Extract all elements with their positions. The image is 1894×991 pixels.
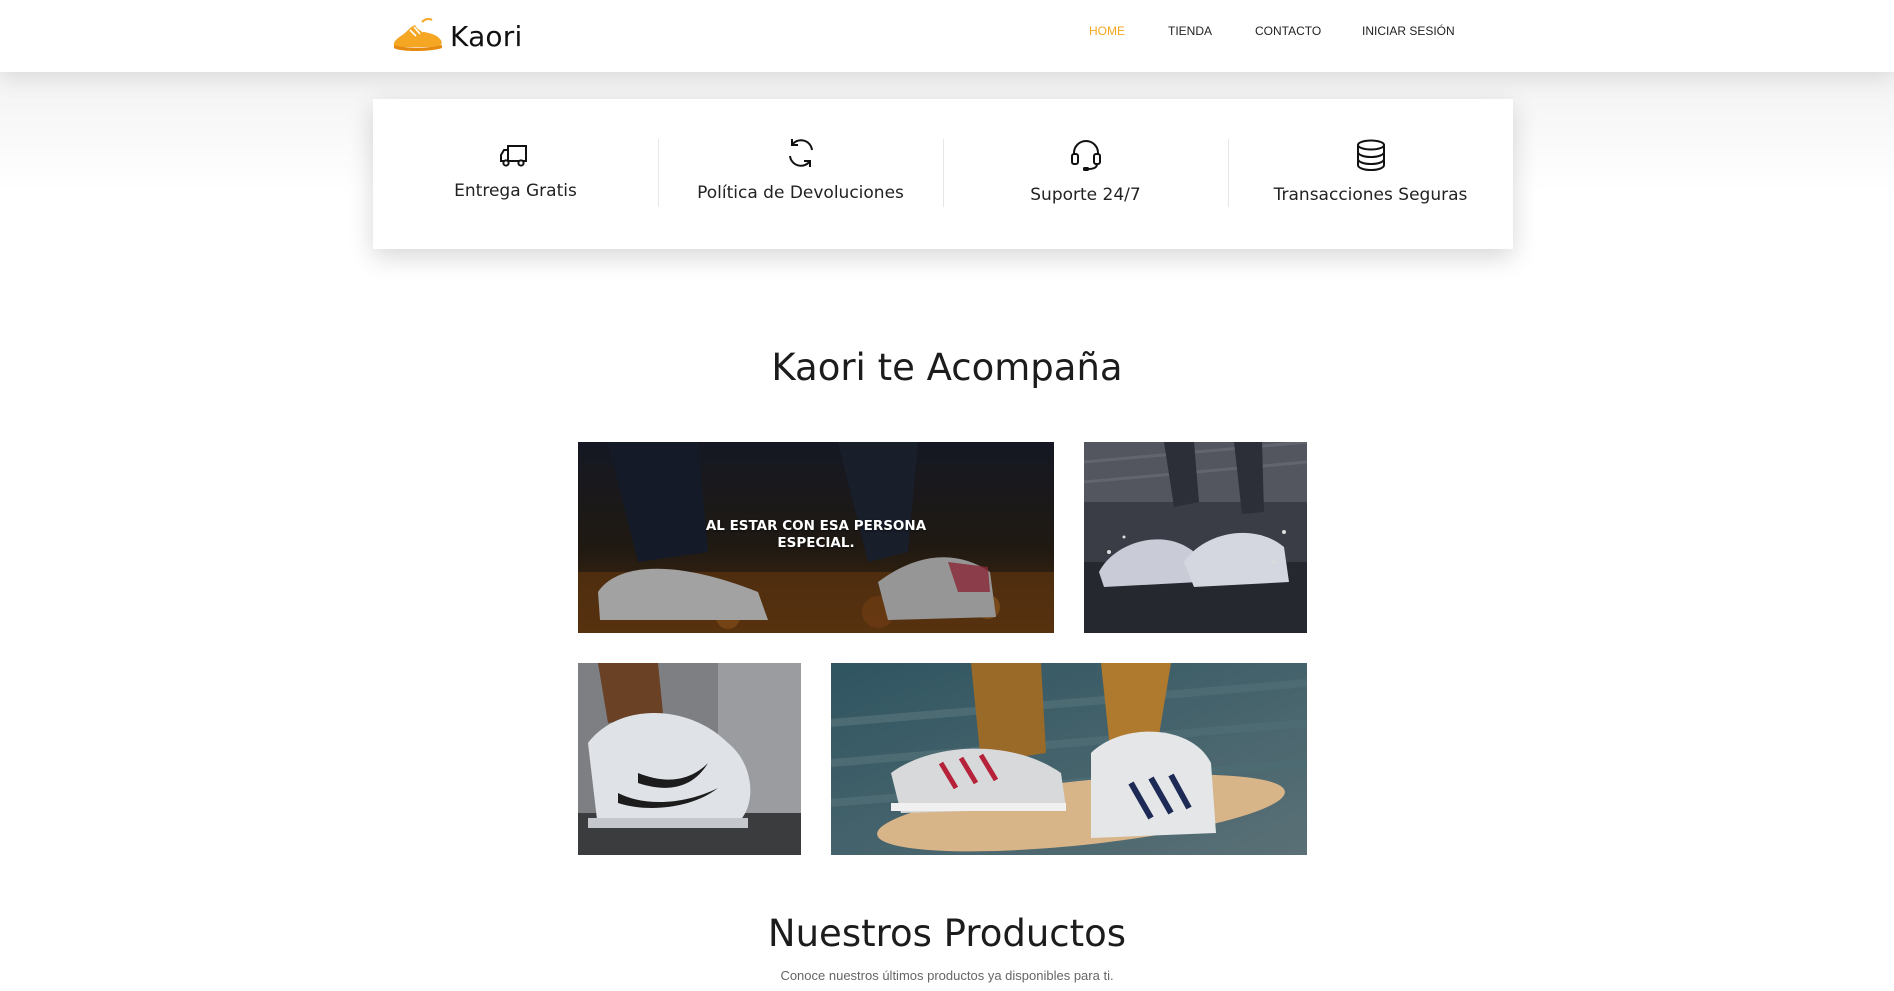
site-header: Kaori HOME TIENDA CONTACTO INICIAR SESIÓ… (0, 0, 1894, 72)
nav-iniciar-sesion[interactable]: INICIAR SESIÓN (1362, 24, 1455, 38)
featured-caption: AL ESTAR CON ESA PERSONA ESPECIAL. (578, 518, 1054, 552)
feature-label: Transacciones Seguras (1273, 185, 1468, 205)
coins-stack-icon (1356, 139, 1385, 172)
nav-tienda[interactable]: TIENDA (1168, 24, 1212, 38)
gallery-title: Kaori te Acompaña (771, 346, 1123, 389)
refresh-icon (788, 139, 813, 167)
rain-sneakers-image (1084, 442, 1307, 633)
products-subtitle: Conoce nuestros últimos productos ya dis… (780, 968, 1114, 983)
gallery-tile-featured[interactable]: AL ESTAR CON ESA PERSONA ESPECIAL. (578, 442, 1054, 633)
feature-free-delivery: Entrega Gratis (373, 99, 658, 249)
feature-secure: Transacciones Seguras (1228, 99, 1513, 249)
main-nav: HOME TIENDA CONTACTO INICIAR SESIÓN (0, 0, 1894, 64)
caption-line-2: ESPECIAL. (777, 535, 855, 551)
caption-line-1: AL ESTAR CON ESA PERSONA (705, 518, 927, 534)
feature-label: Política de Devoluciones (697, 183, 904, 203)
headset-icon (1070, 140, 1101, 171)
grey-sneaker-image (578, 663, 801, 855)
features-bar: Entrega Gratis Política de Devoluciones … (373, 99, 1513, 249)
feature-returns: Política de Devoluciones (658, 99, 943, 249)
nav-home[interactable]: HOME (1089, 24, 1125, 38)
feature-support: Suporte 24/7 (943, 99, 1228, 249)
nav-contacto[interactable]: CONTACTO (1255, 24, 1321, 38)
skateboard-sneakers-image (831, 663, 1307, 855)
gallery-tile-rain[interactable] (1084, 442, 1307, 633)
gallery-tile-grey-sneaker[interactable] (578, 663, 801, 855)
feature-label: Suporte 24/7 (1030, 185, 1141, 205)
feature-label: Entrega Gratis (454, 181, 577, 201)
products-title: Nuestros Productos (767, 912, 1127, 955)
truck-icon (499, 145, 527, 167)
gallery-tile-skateboard[interactable] (831, 663, 1307, 855)
